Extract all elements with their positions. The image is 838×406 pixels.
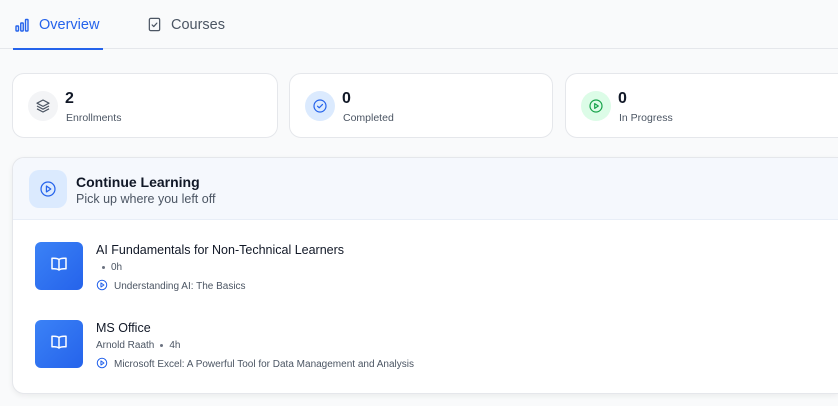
course-meta: 0h (96, 262, 122, 273)
lesson-title: Understanding AI: The Basics (114, 281, 246, 292)
course-current-lesson: Microsoft Excel: A Powerful Tool for Dat… (96, 357, 414, 372)
course-thumbnail (35, 320, 83, 368)
course-title: AI Fundamentals for Non-Technical Learne… (96, 243, 345, 257)
course-item[interactable]: MS Office Arnold Raath 4h Microsoft Exce… (13, 320, 838, 380)
play-circle-icon (96, 357, 108, 372)
course-instructor: Arnold Raath (96, 340, 155, 351)
stat-value: 2 (65, 90, 74, 107)
stat-card-enrollments: 2 Enrollments (12, 73, 278, 138)
tab-overview[interactable]: Overview (13, 0, 104, 50)
play-circle-icon (96, 279, 108, 294)
bar-chart-icon (13, 16, 31, 34)
stat-value: 0 (342, 90, 351, 107)
layers-icon (28, 91, 58, 121)
section-title: Continue Learning (76, 174, 200, 190)
stat-value: 0 (618, 90, 627, 107)
course-thumbnail (35, 242, 83, 290)
tab-courses[interactable]: Courses (145, 0, 225, 49)
stat-label: Enrollments (66, 112, 122, 124)
play-circle-icon (581, 91, 611, 121)
stat-label: In Progress (619, 112, 673, 124)
stat-card-in-progress: 0 In Progress (565, 73, 838, 138)
lesson-title: Microsoft Excel: A Powerful Tool for Dat… (114, 359, 414, 370)
section-subtitle: Pick up where you left off (76, 192, 216, 206)
play-circle-icon (29, 170, 67, 208)
stat-label: Completed (343, 112, 394, 124)
course-current-lesson: Understanding AI: The Basics (96, 279, 246, 294)
active-tab-indicator (13, 48, 104, 50)
book-open-icon (49, 254, 69, 279)
course-meta: Arnold Raath 4h (96, 340, 181, 351)
tab-bar: Overview Courses (0, 0, 838, 50)
tab-courses-label: Courses (171, 16, 225, 33)
meta-separator (102, 266, 105, 269)
course-title: MS Office (96, 321, 151, 335)
check-circle-icon (305, 91, 335, 121)
continue-learning-header: Continue Learning Pick up where you left… (13, 158, 838, 220)
meta-separator (160, 344, 164, 347)
stat-card-completed: 0 Completed (289, 73, 553, 138)
continue-learning-panel: Continue Learning Pick up where you left… (12, 157, 838, 394)
book-open-icon (49, 332, 69, 357)
course-item[interactable]: AI Fundamentals for Non-Technical Learne… (13, 242, 838, 302)
course-duration: 4h (169, 340, 181, 351)
clipboard-icon (145, 16, 163, 34)
course-duration: 0h (111, 262, 123, 273)
tab-overview-label: Overview (39, 16, 100, 33)
